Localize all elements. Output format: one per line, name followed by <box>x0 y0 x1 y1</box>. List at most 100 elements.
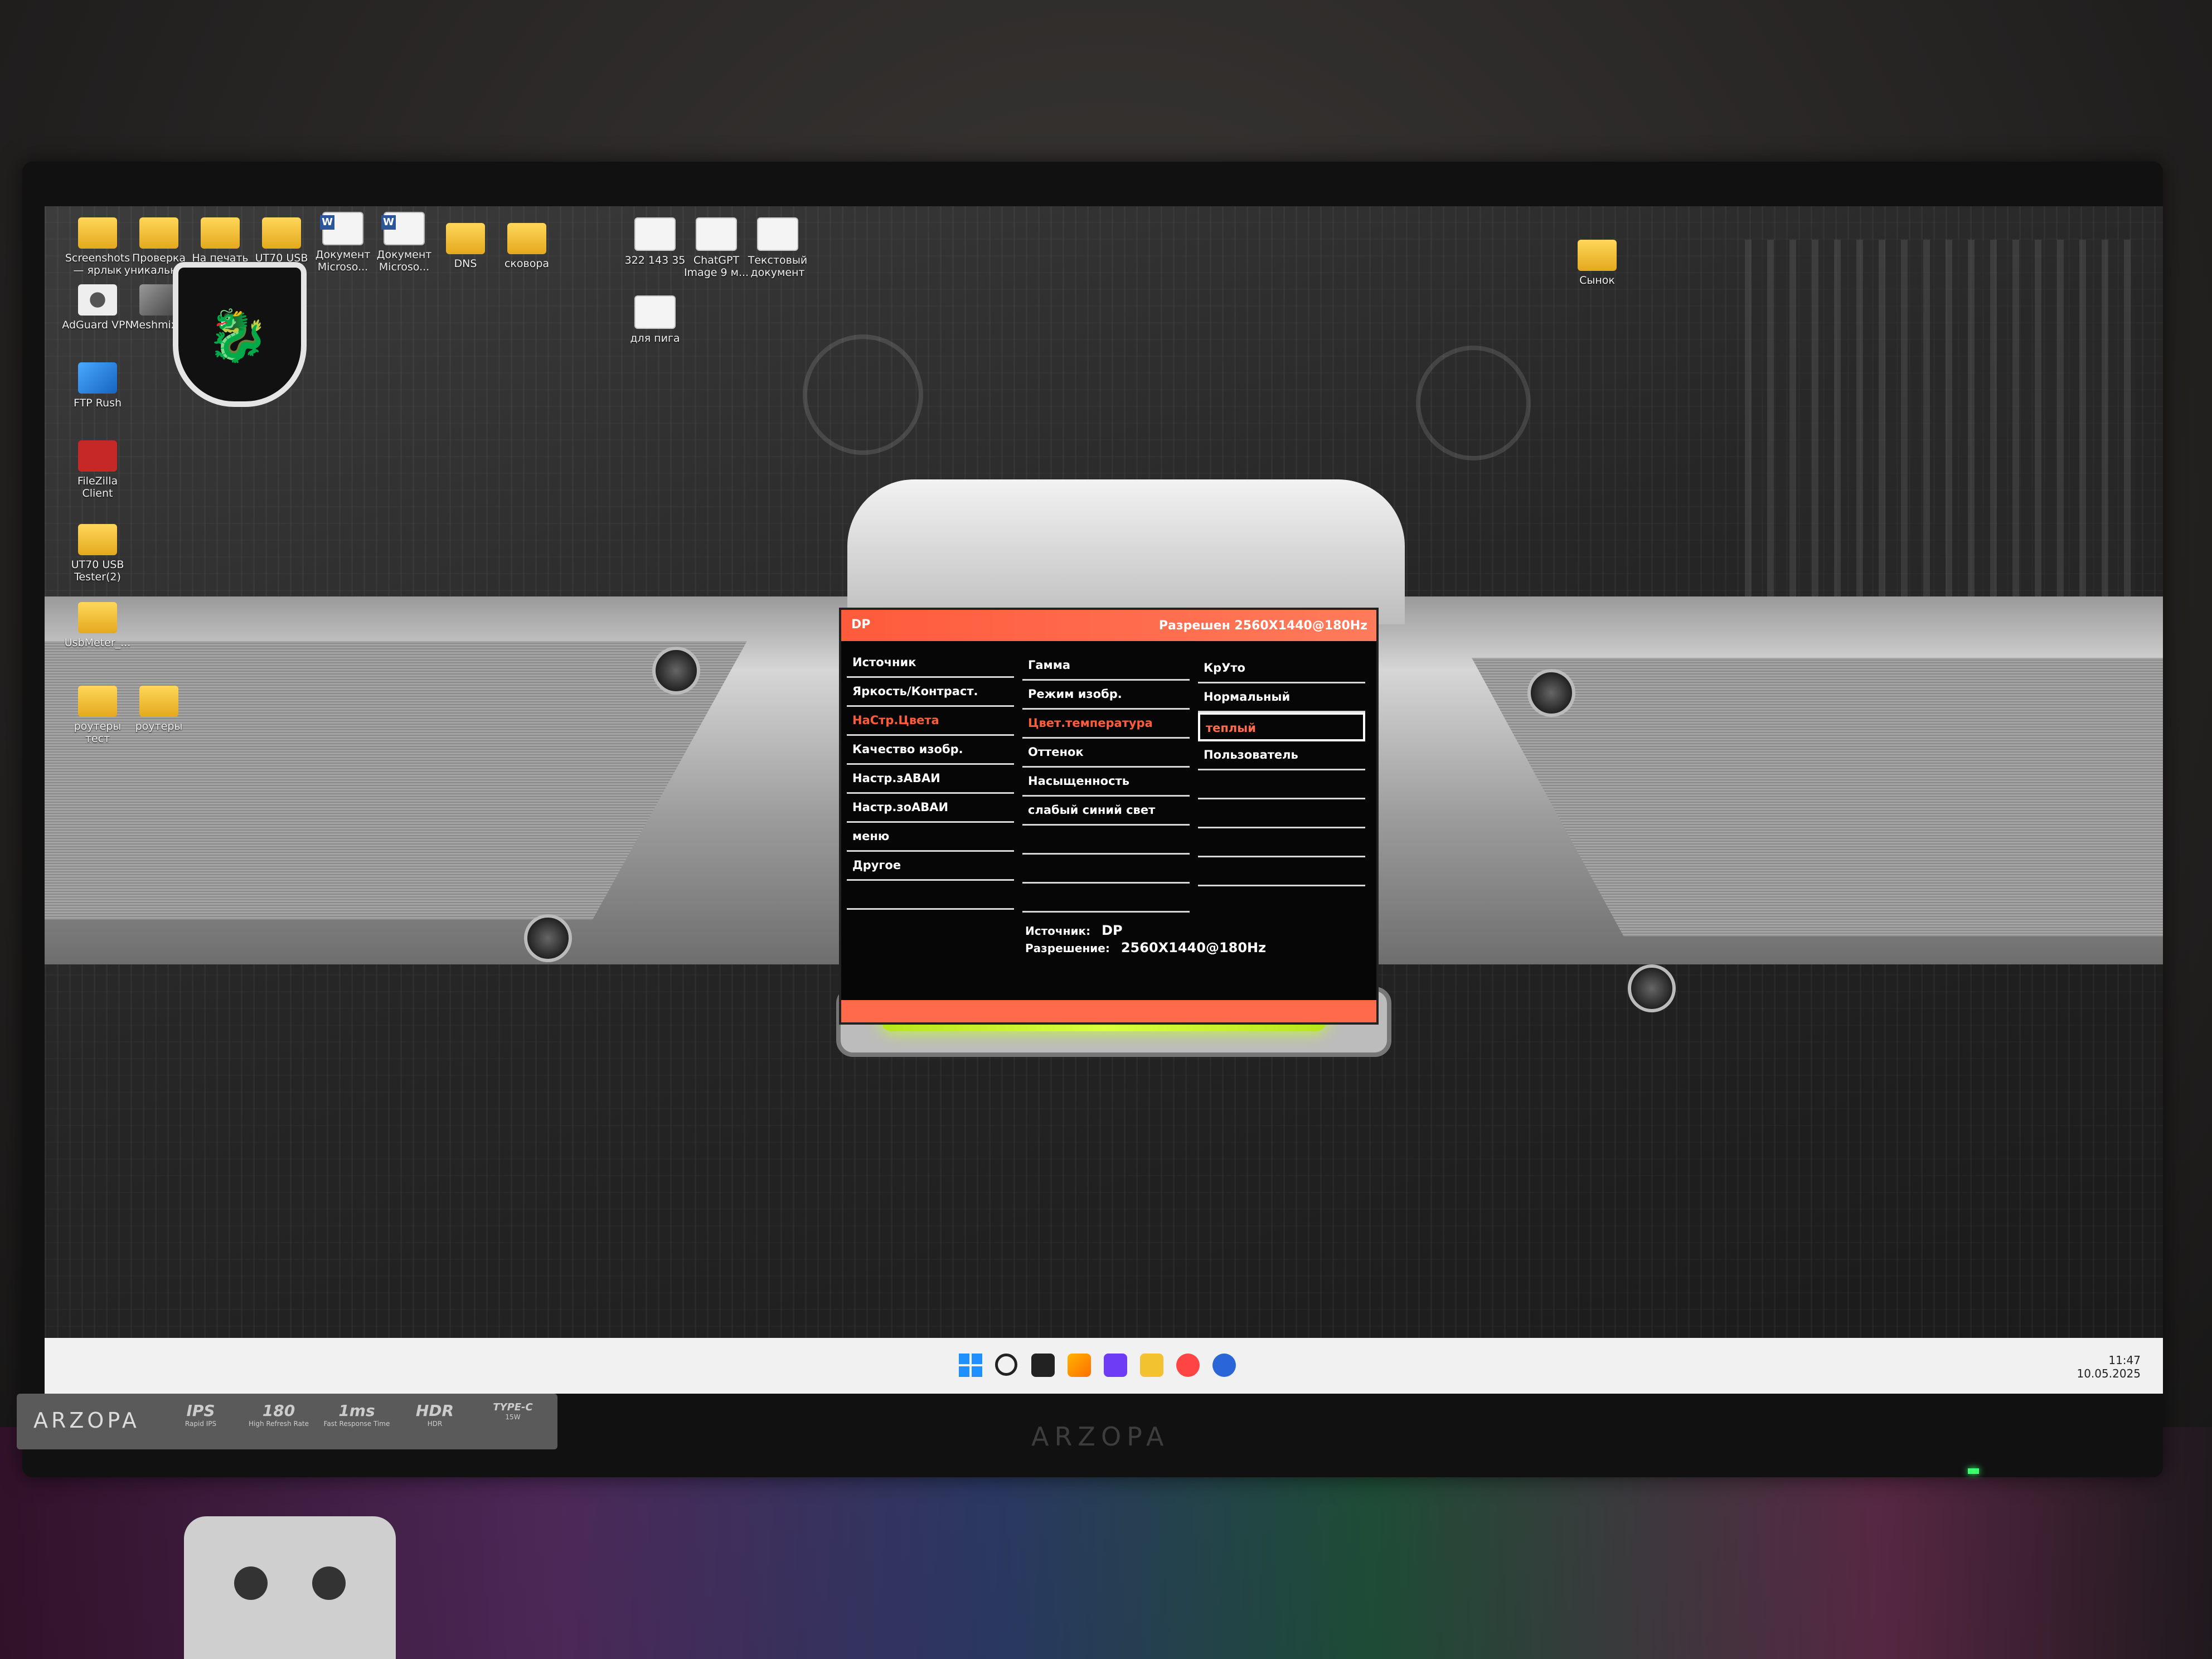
desktop-icon[interactable]: Текстовый документ <box>741 217 814 279</box>
osd-submenu-item-empty <box>1022 884 1190 913</box>
osd-submenu-item[interactable]: Гамма <box>1022 652 1190 681</box>
msi-dragon-logo: 🐉 <box>173 262 307 407</box>
desktop-icon[interactable]: Сынок <box>1561 240 1633 287</box>
osd-menu-column-1: Источник Яркость/Контраст. НаСтр.Цвета К… <box>847 649 1014 910</box>
osd-menu-item-selected[interactable]: НаСтр.Цвета <box>847 707 1014 736</box>
folder-icon <box>1578 240 1617 271</box>
folder-icon <box>446 223 485 254</box>
screw-icon <box>1527 669 1575 717</box>
osd-submenu-item-selected[interactable]: Цвет.температура <box>1022 710 1190 739</box>
document-icon <box>634 295 676 329</box>
osd-menu-item[interactable]: Источник <box>847 649 1014 678</box>
osd-menu-item[interactable]: Качество изобр. <box>847 736 1014 765</box>
folder-icon <box>78 217 117 249</box>
feature-typec: TYPE-C 15W <box>493 1401 533 1421</box>
osd-menu-item[interactable]: Другое <box>847 852 1014 881</box>
monitor-screen: Screenshots — ярлык Проверка уникально..… <box>45 206 2163 1394</box>
desktop-icon[interactable]: FileZilla Client <box>61 440 134 499</box>
folder-icon <box>78 524 117 555</box>
osd-info-panel: Источник: DP Разрешение: 2560X1440@180Hz <box>1025 922 1266 957</box>
folder-icon <box>78 686 117 717</box>
osd-submenu-item[interactable]: слабый синий свет <box>1022 797 1190 826</box>
adguard-vpn-icon <box>78 284 117 316</box>
desktop-icon[interactable]: FTP Rush <box>61 362 134 409</box>
clock-date: 10.05.2025 <box>2077 1367 2141 1380</box>
desktop-icon[interactable]: UsbMeter_... <box>61 602 134 649</box>
osd-source: DP <box>851 618 871 632</box>
osd-submenu-item[interactable]: Оттенок <box>1022 739 1190 768</box>
image-file-icon <box>696 217 737 251</box>
osd-option-item[interactable]: КрУто <box>1198 654 1365 683</box>
wallpaper-circle <box>803 334 923 455</box>
osd-resolution: Разрешен 2560X1440@180Hz <box>1158 619 1367 633</box>
gpu-plate-top <box>847 479 1405 624</box>
osd-menu-item[interactable]: Настр.зоАВАИ <box>847 794 1014 823</box>
desktop-icon[interactable]: UT70 USB Tester(2) <box>61 524 134 583</box>
osd-info-source-value: DP <box>1102 923 1123 938</box>
osd-submenu-item[interactable]: Режим изобр. <box>1022 681 1190 710</box>
osd-header: DP Разрешен 2560X1440@180Hz <box>841 610 1376 641</box>
text-document-icon <box>757 217 798 251</box>
osd-option-item-selected[interactable]: теплый <box>1198 712 1365 741</box>
osd-menu-item[interactable]: Яркость/Контраст. <box>847 678 1014 707</box>
monitor-feature-sticker: ARZOPA IPS Rapid IPS 180 High Refresh Rate… <box>17 1394 557 1449</box>
osd-menu-item[interactable]: меню <box>847 823 1014 852</box>
ftp-rush-icon <box>78 362 117 394</box>
osd-menu-item[interactable]: Настр.зАВАИ <box>847 765 1014 794</box>
wall-socket <box>184 1516 396 1659</box>
osd-footer <box>841 1000 1376 1022</box>
osd-menu-column-2: Гамма Режим изобр. Цвет.температура Отте… <box>1022 652 1190 913</box>
osd-info-source-label: Источник: <box>1025 924 1091 938</box>
sticker-brand: ARZOPA <box>33 1408 140 1433</box>
feature-refresh: 180 High Refresh Rate <box>248 1401 309 1428</box>
desktop-icon[interactable]: роутеры <box>123 686 195 733</box>
file-explorer-icon[interactable] <box>1140 1354 1163 1377</box>
taskbar: 11:47 10.05.2025 <box>45 1338 2163 1394</box>
word-document-icon <box>381 212 425 245</box>
app-launcher-icon[interactable] <box>1068 1354 1091 1377</box>
document-icon <box>634 217 676 251</box>
search-icon[interactable] <box>995 1354 1017 1376</box>
feature-hdr: HDR HDR <box>415 1401 454 1428</box>
bezel-logo: ARZOPA <box>1031 1422 1170 1452</box>
osd-option-item[interactable]: Пользователь <box>1198 741 1365 770</box>
osd-option-item-empty <box>1198 828 1365 857</box>
folder-icon <box>139 686 178 717</box>
osd-option-item[interactable]: Нормальный <box>1198 683 1365 712</box>
screw-icon <box>652 647 700 695</box>
osd-menu-item-empty <box>847 881 1014 910</box>
wallpaper-circle <box>1416 346 1531 460</box>
desktop-icon[interactable]: для пига <box>619 295 691 345</box>
screw-icon <box>1628 964 1676 1012</box>
word-document-icon <box>320 212 363 245</box>
folder-icon <box>262 217 301 249</box>
app-icon[interactable] <box>1104 1354 1127 1377</box>
yandex-browser-icon[interactable] <box>1176 1354 1200 1377</box>
osd-option-item-empty <box>1198 770 1365 799</box>
osd-info-resolution-label: Разрешение: <box>1025 942 1110 955</box>
osd-submenu-item[interactable]: Насыщенность <box>1022 768 1190 797</box>
screw-icon <box>524 914 572 962</box>
osd-submenu-item-empty <box>1022 855 1190 884</box>
feature-response: 1ms Fast Response Time <box>323 1401 390 1428</box>
feature-ips: IPS Rapid IPS <box>185 1401 217 1428</box>
folder-icon <box>507 223 546 254</box>
windows-start-icon[interactable] <box>959 1354 982 1377</box>
osd-option-item-empty <box>1198 799 1365 828</box>
monitor-osd-menu: DP Разрешен 2560X1440@180Hz Источник Ярк… <box>839 608 1379 1025</box>
desktop-icon[interactable]: сковора <box>491 223 563 270</box>
osd-option-item-empty <box>1198 857 1365 886</box>
task-view-icon[interactable] <box>1031 1354 1055 1377</box>
dragon-icon: 🐉 <box>206 307 269 365</box>
folder-icon <box>201 217 240 249</box>
clock-time: 11:47 <box>2108 1354 2141 1367</box>
osd-submenu-item-empty <box>1022 826 1190 855</box>
socket-hole <box>234 1566 268 1600</box>
osd-info-resolution-value: 2560X1440@180Hz <box>1120 940 1267 955</box>
osd-menu-column-3: КрУто Нормальный теплый Пользователь <box>1198 654 1365 886</box>
settings-gear-icon[interactable] <box>1212 1354 1236 1377</box>
filezilla-icon <box>78 440 117 472</box>
socket-hole <box>312 1566 346 1600</box>
power-led <box>1968 1468 1979 1474</box>
system-clock[interactable]: 11:47 10.05.2025 <box>2077 1354 2141 1380</box>
